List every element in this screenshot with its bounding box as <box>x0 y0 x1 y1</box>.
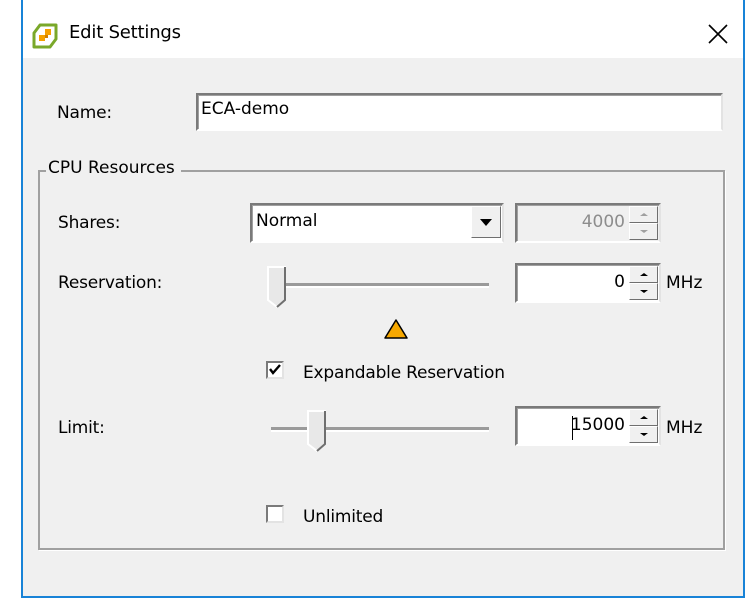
shares-select[interactable]: Normal <box>250 203 504 243</box>
spin-up-icon[interactable] <box>629 266 658 283</box>
expandable-reservation-checkbox[interactable] <box>266 361 284 379</box>
limit-unit: MHz <box>666 418 703 438</box>
reservation-slider-thumb[interactable] <box>267 266 287 308</box>
unlimited-checkbox[interactable] <box>266 505 284 523</box>
spin-down-icon[interactable] <box>629 426 658 443</box>
spin-up-icon[interactable] <box>629 409 658 426</box>
shares-label: Shares: <box>58 213 121 233</box>
spin-up-icon <box>629 206 658 223</box>
shares-selected-value: Normal <box>256 211 318 231</box>
shares-value-spinner: 4000 <box>515 203 661 243</box>
edit-settings-dialog: Edit Settings Name: ECA-demo CPU Resourc… <box>21 0 745 598</box>
spin-down-icon <box>629 223 658 240</box>
reservation-unit: MHz <box>666 273 703 293</box>
dialog-title: Edit Settings <box>69 22 181 43</box>
limit-value: 15000 <box>570 415 625 435</box>
limit-slider-track[interactable] <box>271 427 489 432</box>
unlimited-label[interactable]: Unlimited <box>303 507 383 527</box>
reservation-value: 0 <box>614 272 625 292</box>
name-label: Name: <box>57 103 112 123</box>
vsphere-app-icon <box>32 23 58 49</box>
expandable-reservation-label[interactable]: Expandable Reservation <box>303 363 505 383</box>
chevron-down-icon[interactable] <box>471 206 501 238</box>
limit-label: Limit: <box>58 418 105 438</box>
limit-spinner[interactable]: 15000 <box>515 406 661 446</box>
limit-slider-thumb[interactable] <box>307 410 327 452</box>
cpu-resources-title: CPU Resources <box>46 158 181 178</box>
reservation-spinner[interactable]: 0 <box>515 263 661 303</box>
spin-down-icon[interactable] <box>629 283 658 300</box>
warning-triangle-icon <box>384 319 408 339</box>
checkmark-icon <box>269 364 281 375</box>
name-input[interactable]: ECA-demo <box>196 93 723 131</box>
reservation-slider-track[interactable] <box>271 283 489 288</box>
text-cursor <box>572 416 573 440</box>
title-bar[interactable]: Edit Settings <box>23 0 743 58</box>
name-value: ECA-demo <box>201 99 290 119</box>
shares-value: 4000 <box>581 212 625 232</box>
close-icon[interactable] <box>705 21 731 47</box>
reservation-label: Reservation: <box>58 273 163 293</box>
